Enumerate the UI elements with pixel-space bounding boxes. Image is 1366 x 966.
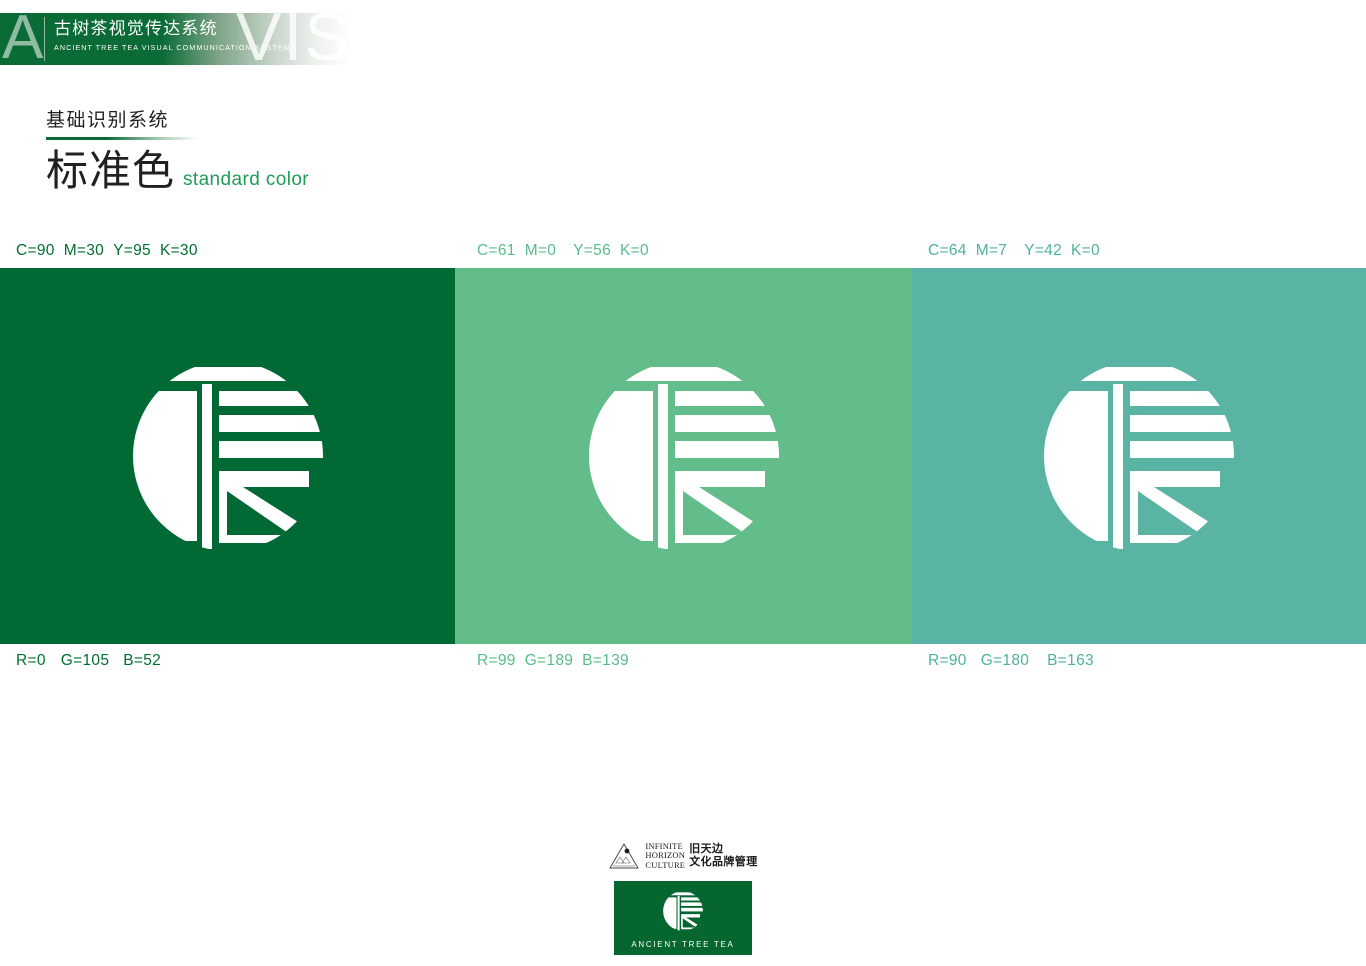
cmyk-k-dark: K=30 bbox=[159, 242, 198, 259]
header-letter-a-mark: A bbox=[2, 3, 44, 72]
cmyk-k-teal: K=0 bbox=[1071, 242, 1100, 259]
page-header: A VIS 古树茶视觉传达系统 ANCIENT TREE TEA VISUAL … bbox=[0, 3, 352, 71]
publisher-cn-line-1: 旧天边 bbox=[689, 843, 724, 855]
rgb-label-row: R=0 G=105 B=52 R=99 G=189 B=139 R=90 G=180 B=1… bbox=[0, 650, 1366, 676]
rgb-b-dark: B=52 bbox=[123, 652, 162, 669]
publisher-name-en: INFINITE HORIZON CULTURE bbox=[645, 841, 686, 871]
cmyk-y-dark: Y=95 bbox=[113, 242, 151, 259]
cmyk-k-medium: K=0 bbox=[620, 242, 649, 259]
rgb-g-dark: G=105 bbox=[60, 652, 110, 669]
section-label: 基础识别系统 bbox=[46, 110, 170, 131]
rgb-g-medium: G=189 bbox=[524, 652, 574, 669]
header-title-cn: 古树茶视觉传达系统 bbox=[54, 19, 218, 38]
header-text-group: 古树茶视觉传达系统 ANCIENT TREE TEA VISUAL COMMUN… bbox=[54, 18, 314, 54]
cmyk-y-teal: Y=42 bbox=[1024, 242, 1063, 259]
swatch-dark-green bbox=[0, 268, 455, 644]
page-title: 标准色 bbox=[46, 146, 176, 194]
publisher-mark: INFINITE HORIZON CULTURE 旧天边 文化品牌管理 bbox=[608, 838, 757, 874]
cmyk-y-medium: Y=56 bbox=[573, 242, 612, 259]
publisher-name-cn: 旧天边 文化品牌管理 bbox=[689, 843, 757, 869]
ancient-tree-tea-logo-icon bbox=[1044, 367, 1234, 549]
rgb-b-teal: B=163 bbox=[1047, 652, 1094, 669]
color-swatch-row bbox=[0, 268, 1366, 644]
cmyk-m-medium: M=0 bbox=[524, 242, 557, 259]
brand-badge-label: ANCIENT TREE TEA bbox=[631, 940, 735, 949]
swatch-teal-green bbox=[912, 268, 1366, 644]
rgb-r-medium: R=99 bbox=[477, 652, 516, 669]
cmyk-label-row: C=90 M=30 Y=95 K=30 C=61 M=0 Y=56 K=0 C=64 M=7 Y… bbox=[0, 240, 1366, 266]
ancient-tree-tea-logo-icon bbox=[588, 367, 779, 549]
rgb-label-medium-green: R=99 G=189 B=139 bbox=[477, 650, 629, 672]
page-title-row: 标准色 standard color bbox=[46, 146, 466, 196]
cmyk-c-teal: C=64 bbox=[928, 242, 967, 259]
publisher-en-line-3: CULTURE bbox=[645, 859, 686, 870]
cmyk-label-teal-green: C=64 M=7 Y=42 K=0 bbox=[928, 240, 1100, 262]
page-title-block: 基础识别系统 标准色 standard color bbox=[46, 108, 466, 196]
rgb-r-teal: R=90 bbox=[928, 652, 967, 669]
page-title-en: standard color bbox=[183, 168, 310, 190]
header-divider bbox=[44, 17, 45, 61]
rgb-label-teal-green: R=90 G=180 B=163 bbox=[928, 650, 1094, 672]
cmyk-label-dark-green: C=90 M=30 Y=95 K=30 bbox=[16, 240, 198, 262]
ancient-tree-tea-logo-icon bbox=[663, 892, 703, 931]
rgb-label-dark-green: R=0 G=105 B=52 bbox=[16, 650, 161, 672]
publisher-cn-line-2: 文化品牌管理 bbox=[689, 856, 758, 868]
cmyk-c-medium: C=61 bbox=[477, 242, 516, 259]
cmyk-c-dark: C=90 bbox=[16, 242, 55, 259]
brand-badge: ANCIENT TREE TEA bbox=[614, 881, 752, 955]
cmyk-m-dark: M=30 bbox=[63, 242, 105, 259]
rgb-g-teal: G=180 bbox=[980, 652, 1030, 669]
header-title-en: ANCIENT TREE TEA VISUAL COMMUNICATION SY… bbox=[54, 43, 291, 52]
mountain-triangle-icon bbox=[609, 843, 640, 869]
rgb-r-dark: R=0 bbox=[16, 652, 46, 669]
cmyk-label-medium-green: C=61 M=0 Y=56 K=0 bbox=[477, 240, 649, 262]
swatch-medium-green bbox=[455, 268, 912, 644]
cmyk-m-teal: M=7 bbox=[975, 242, 1008, 259]
rgb-b-medium: B=139 bbox=[582, 652, 629, 669]
ancient-tree-tea-logo-icon bbox=[132, 367, 323, 549]
page-footer: INFINITE HORIZON CULTURE 旧天边 文化品牌管理 ANCI… bbox=[0, 838, 1366, 955]
title-underline-rule bbox=[46, 137, 198, 140]
